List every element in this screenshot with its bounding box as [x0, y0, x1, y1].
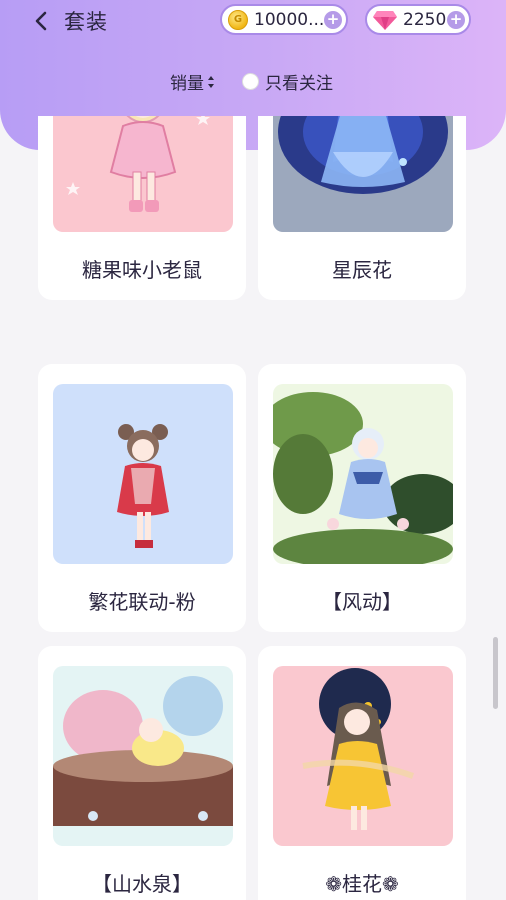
- outfit-name: 【山水泉】: [92, 872, 192, 896]
- outfit-card[interactable]: 繁花联动-粉: [38, 364, 246, 632]
- outfit-name: 星辰花: [332, 258, 392, 282]
- outfit-image: [53, 384, 233, 564]
- outfit-image: [53, 666, 233, 846]
- page-title: 套装: [64, 10, 108, 34]
- add-gems-button[interactable]: +: [447, 11, 465, 29]
- gem-icon: [373, 10, 397, 30]
- add-coins-button[interactable]: +: [324, 11, 342, 29]
- sort-by-sales[interactable]: 销量: [170, 69, 215, 94]
- outfit-image: [273, 666, 453, 846]
- sort-label: 销量: [170, 74, 204, 94]
- outfit-card[interactable]: 糖果味小老鼠: [38, 116, 246, 300]
- outfit-grid: 糖果味小老鼠 星辰花 繁花联动-粉 【风动】 【山水泉】 ❁桂花❁: [0, 116, 506, 900]
- outfit-card[interactable]: 星辰花: [258, 116, 466, 300]
- top-bar: 套装 G 10000... + 2250 +: [0, 0, 506, 42]
- outfit-card[interactable]: 【山水泉】: [38, 646, 246, 900]
- coin-amount: 10000...: [254, 9, 325, 30]
- coin-icon: G: [228, 9, 248, 30]
- outfit-name: ❁桂花❁: [325, 872, 399, 896]
- sort-arrows-icon: [208, 75, 214, 88]
- outfit-image: [273, 384, 453, 564]
- outfit-card[interactable]: ❁桂花❁: [258, 646, 466, 900]
- coin-balance[interactable]: G 10000... +: [220, 4, 348, 35]
- only-followed-label: 只看关注: [265, 74, 333, 94]
- outfit-image: [273, 116, 453, 232]
- only-followed-toggle[interactable]: 只看关注: [242, 69, 333, 94]
- gem-amount: 2250: [403, 9, 447, 30]
- outfit-name: 糖果味小老鼠: [82, 258, 202, 282]
- filter-bar: 销量 只看关注: [0, 68, 506, 94]
- outfit-image: [53, 116, 233, 232]
- scrollbar[interactable]: [493, 637, 498, 709]
- outfit-card[interactable]: 【风动】: [258, 364, 466, 632]
- outfit-name: 繁花联动-粉: [88, 590, 196, 614]
- gem-balance[interactable]: 2250 +: [365, 4, 471, 35]
- outfit-name: 【风动】: [322, 590, 402, 614]
- radio-unchecked-icon[interactable]: [242, 73, 259, 90]
- back-arrow-icon[interactable]: [30, 9, 54, 33]
